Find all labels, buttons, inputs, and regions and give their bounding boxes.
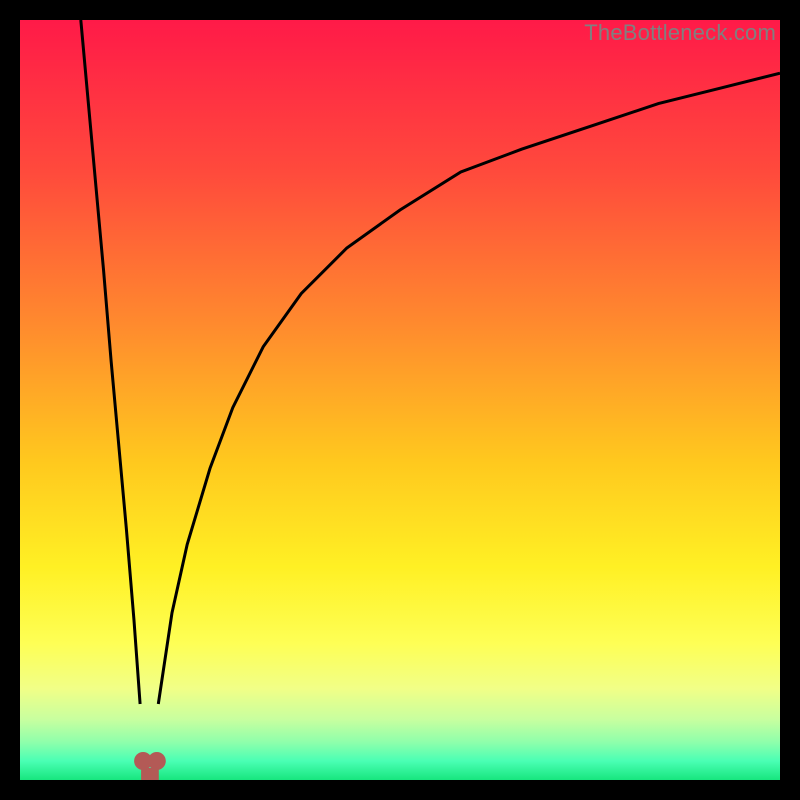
bottleneck-curve-chart bbox=[20, 20, 780, 780]
chart-frame: TheBottleneck.com bbox=[0, 0, 800, 800]
gradient-background bbox=[20, 20, 780, 780]
plot-area: TheBottleneck.com bbox=[20, 20, 780, 780]
minimum-marker-1 bbox=[148, 752, 166, 770]
minimum-marker-base bbox=[141, 768, 159, 780]
watermark-text: TheBottleneck.com bbox=[584, 20, 776, 46]
